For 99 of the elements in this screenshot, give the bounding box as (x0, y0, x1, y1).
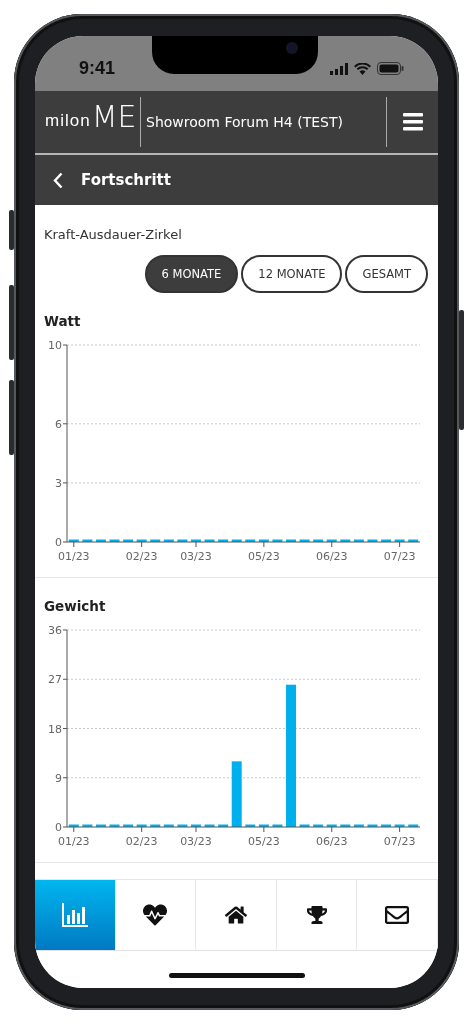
bar (109, 824, 120, 827)
chevron-left-icon (53, 171, 63, 189)
bar (204, 824, 215, 827)
bar (381, 824, 392, 827)
axis-label: 05/23 (248, 835, 280, 848)
tab-bar-item[interactable] (115, 880, 197, 950)
bar (381, 539, 392, 542)
bar (177, 539, 188, 542)
axis-label: 07/23 (383, 550, 416, 563)
bar (340, 539, 351, 542)
axis-label: 6 (55, 417, 62, 431)
bar (177, 824, 188, 827)
bar (218, 539, 229, 542)
bar (367, 824, 378, 827)
axis-label: 06/23 (315, 835, 348, 848)
bar (136, 824, 147, 827)
axis-label: 01/23 (57, 835, 90, 848)
bar (258, 824, 269, 827)
bar (109, 539, 120, 542)
bar (123, 824, 134, 827)
bar (245, 824, 256, 827)
envelope-icon (385, 903, 410, 927)
bar (163, 824, 174, 827)
axis-label: 27 (48, 673, 62, 687)
bar (340, 824, 351, 827)
bar (191, 824, 201, 827)
bar (82, 824, 93, 827)
back-button[interactable] (53, 171, 63, 189)
bar (272, 824, 283, 827)
bar (204, 539, 215, 542)
axis-label: 05/23 (248, 550, 280, 563)
tab-bar-item[interactable] (196, 880, 277, 950)
axis-label: 01/23 (57, 550, 90, 563)
bar (163, 539, 174, 542)
range-button[interactable]: 6 MONATE (144, 255, 239, 293)
bar (313, 824, 324, 827)
range-button[interactable]: 12 MONATE (241, 255, 343, 293)
logo-text: milon (45, 112, 91, 129)
tab-bar-item[interactable] (276, 880, 358, 950)
page-title: Fortschritt (81, 171, 171, 189)
camera-icon (286, 42, 298, 54)
bar-chart-icon (61, 903, 88, 927)
bar (313, 539, 324, 542)
bar (353, 824, 364, 827)
axis-label: 07/23 (383, 835, 416, 848)
bar (136, 539, 147, 542)
bar (218, 824, 229, 827)
home-icon (225, 904, 247, 926)
bar (231, 761, 242, 827)
studio-title: Showroom Forum H4 (TEST) (145, 113, 344, 132)
bar (68, 539, 79, 542)
trophy-icon (306, 905, 327, 925)
bar (326, 539, 337, 542)
signal-icon (330, 62, 348, 75)
axis-label: 06/23 (315, 550, 348, 563)
axis-label: 0 (55, 821, 62, 834)
bar (353, 539, 364, 542)
bar (95, 539, 106, 542)
axis-label: 0 (55, 536, 62, 549)
axis-label: 02/23 (125, 550, 158, 563)
bar (367, 539, 378, 542)
axis-label: 36 (48, 624, 62, 637)
tab-bar-item[interactable] (357, 880, 438, 950)
range-button[interactable]: GESAMT (345, 255, 428, 293)
bar (123, 539, 134, 542)
bar (286, 539, 296, 542)
axis-label: 03/23 (180, 550, 212, 563)
bar (299, 824, 310, 827)
battery-icon (377, 62, 404, 75)
bar (394, 539, 405, 542)
bar (299, 539, 310, 542)
bar (150, 824, 161, 827)
bar (326, 824, 337, 827)
chart-title: Gewicht (44, 598, 107, 614)
axis-label: 03/23 (180, 835, 212, 848)
axis-label: 02/23 (125, 835, 158, 848)
program-name: Kraft-Ausdauer-Zirkel (43, 226, 183, 242)
chart-title: Watt (44, 313, 82, 329)
bar (82, 539, 93, 542)
bar (191, 539, 201, 542)
heartbeat-icon (143, 903, 168, 927)
bar (258, 539, 269, 542)
wifi-icon (354, 62, 371, 75)
menu-icon (402, 113, 423, 131)
bar (231, 539, 242, 542)
axis-label: 10 (48, 339, 62, 352)
bar (408, 824, 419, 827)
bar (95, 824, 106, 827)
bar (394, 824, 405, 827)
bar (150, 539, 161, 542)
axis-label: 3 (55, 476, 62, 490)
bar (272, 539, 283, 542)
bar (68, 824, 79, 827)
status-time: 9:41 (79, 58, 116, 79)
bar (408, 539, 419, 542)
logo-mark: ME (91, 105, 137, 129)
axis-label: 18 (48, 722, 62, 736)
axis-label: 9 (55, 771, 62, 785)
bar (245, 539, 256, 542)
